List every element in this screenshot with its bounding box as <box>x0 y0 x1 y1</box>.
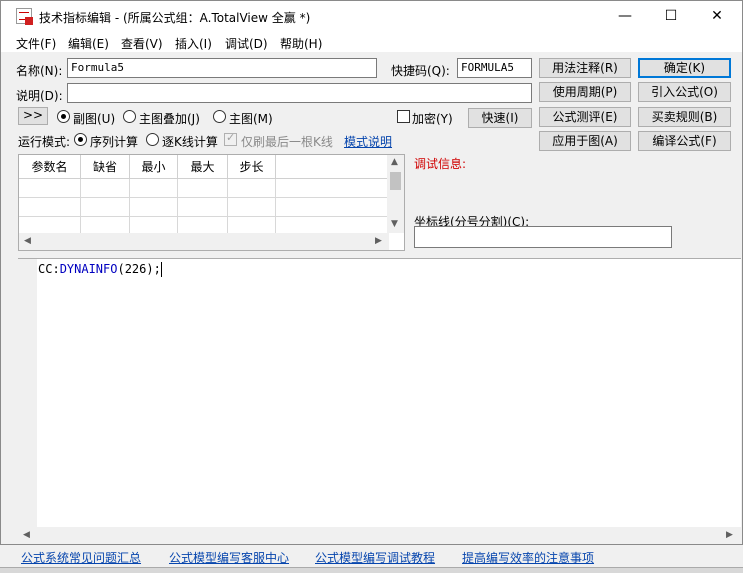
footer-link-support[interactable]: 公式模型编写客服中心 <box>169 549 289 566</box>
menu-view[interactable]: 查看(V) <box>121 35 163 52</box>
footer-link-tutorial[interactable]: 公式模型编写调试教程 <box>315 549 435 566</box>
scroll-thumb[interactable] <box>390 172 401 190</box>
params-table-header: 参数名 缺省 最小 最大 步长 <box>19 155 389 179</box>
menu-debug[interactable]: 调试(D) <box>225 35 268 52</box>
name-input[interactable]: Formula5 <box>67 58 377 78</box>
encrypt-label: 加密(Y) <box>412 112 453 126</box>
only-last-kline-label: 仅刷最后一根K线 <box>241 135 333 149</box>
radio-main-chart-label: 主图(M) <box>229 112 273 126</box>
scroll-down-icon[interactable]: ▼ <box>391 219 398 229</box>
footer-link-faq[interactable]: 公式系统常见问题汇总 <box>21 549 141 566</box>
text-caret <box>160 262 162 277</box>
footer-links-bar: 公式系统常见问题汇总 公式模型编写客服中心 公式模型编写调试教程 提高编写效率的… <box>0 545 743 573</box>
col-param-name[interactable]: 参数名 <box>19 155 81 179</box>
scroll-left-icon[interactable]: ◀ <box>24 236 31 246</box>
title-bar[interactable]: 技术指标编辑 - (所属公式组：A.TotalView 全赢 *) — ☐ ✕ <box>1 1 742 32</box>
scroll-left-icon[interactable]: ◀ <box>23 530 30 540</box>
evaluate-button[interactable]: 公式测评(E) <box>539 107 631 127</box>
editor-gutter <box>18 259 37 527</box>
params-vertical-scrollbar[interactable]: ▲ ▼ <box>387 155 404 233</box>
table-row[interactable] <box>19 198 389 217</box>
encrypt-checkbox[interactable] <box>397 110 410 123</box>
debug-info-label: 调试信息: <box>414 157 467 171</box>
scroll-right-icon[interactable]: ▶ <box>375 236 382 246</box>
shortcut-label: 快捷码(Q): <box>391 64 450 78</box>
code-suffix: (226); <box>117 262 161 276</box>
col-max[interactable]: 最大 <box>178 155 228 179</box>
radio-kline-calc-label: 逐K线计算 <box>162 135 218 149</box>
col-default[interactable]: 缺省 <box>81 155 130 179</box>
radio-main-chart[interactable] <box>213 110 226 123</box>
trade-rules-button[interactable]: 买卖规则(B) <box>638 107 731 127</box>
col-step[interactable]: 步长 <box>228 155 276 179</box>
radio-sequence-calc-label: 序列计算 <box>90 135 139 149</box>
table-row[interactable] <box>19 179 389 198</box>
col-min[interactable]: 最小 <box>130 155 178 179</box>
quick-button[interactable]: 快速(I) <box>468 108 532 128</box>
app-icon <box>16 8 33 25</box>
period-button[interactable]: 使用周期(P) <box>539 82 631 102</box>
menu-bar: 文件(F) 编辑(E) 查看(V) 插入(I) 调试(D) 帮助(H) <box>1 32 742 52</box>
compile-button[interactable]: 编译公式(F) <box>638 131 731 151</box>
scroll-right-icon[interactable]: ▶ <box>726 530 733 540</box>
run-mode-label: 运行模式: <box>18 135 71 149</box>
background-strip <box>0 567 743 573</box>
menu-insert[interactable]: 插入(I) <box>175 35 212 52</box>
radio-main-overlay[interactable] <box>123 110 136 123</box>
code-editor[interactable]: CC:DYNAINFO(226); ◀ ▶ <box>18 258 741 544</box>
axis-lines-input[interactable] <box>414 226 672 248</box>
radio-sub-chart-label: 副图(U) <box>73 112 116 126</box>
description-label: 说明(D): <box>16 89 63 103</box>
confirm-button[interactable]: 确定(K) <box>638 58 731 78</box>
name-label: 名称(N): <box>16 64 63 78</box>
shortcut-input[interactable]: FORMULA5 <box>457 58 532 78</box>
usage-note-button[interactable]: 用法注释(R) <box>539 58 631 78</box>
radio-kline-calc[interactable] <box>146 133 159 146</box>
formula-editor-window: 技术指标编辑 - (所属公式组：A.TotalView 全赢 *) — ☐ ✕ … <box>0 0 743 545</box>
params-table[interactable]: 参数名 缺省 最小 最大 步长 ▲ ▼ ◀ ▶ <box>18 154 405 251</box>
footer-link-efficiency[interactable]: 提高编写效率的注意事项 <box>462 549 594 566</box>
code-function: DYNAINFO <box>59 262 118 276</box>
only-last-kline-checkbox[interactable] <box>224 131 237 146</box>
scroll-up-icon[interactable]: ▲ <box>391 157 398 167</box>
code-prefix: CC: <box>38 262 60 276</box>
description-input[interactable] <box>67 83 532 103</box>
expand-button[interactable]: >> <box>18 107 48 125</box>
apply-chart-button[interactable]: 应用于图(A) <box>539 131 631 151</box>
maximize-button[interactable]: ☐ <box>648 1 694 32</box>
code-line[interactable]: CC:DYNAINFO(226); <box>38 262 162 277</box>
close-button[interactable]: ✕ <box>694 1 740 32</box>
menu-help[interactable]: 帮助(H) <box>280 35 322 52</box>
mode-help-link[interactable]: 模式说明 <box>344 133 392 150</box>
radio-sequence-calc[interactable] <box>74 133 87 146</box>
radio-sub-chart[interactable] <box>57 110 70 123</box>
radio-main-overlay-label: 主图叠加(J) <box>139 112 200 126</box>
params-horizontal-scrollbar[interactable]: ◀ ▶ <box>19 233 389 250</box>
minimize-button[interactable]: — <box>602 1 648 32</box>
import-formula-button[interactable]: 引入公式(O) <box>638 82 731 102</box>
editor-horizontal-scrollbar[interactable]: ◀ ▶ <box>18 527 741 544</box>
menu-edit[interactable]: 编辑(E) <box>68 35 109 52</box>
menu-file[interactable]: 文件(F) <box>16 35 56 52</box>
window-title: 技术指标编辑 - (所属公式组：A.TotalView 全赢 *) <box>39 11 311 25</box>
